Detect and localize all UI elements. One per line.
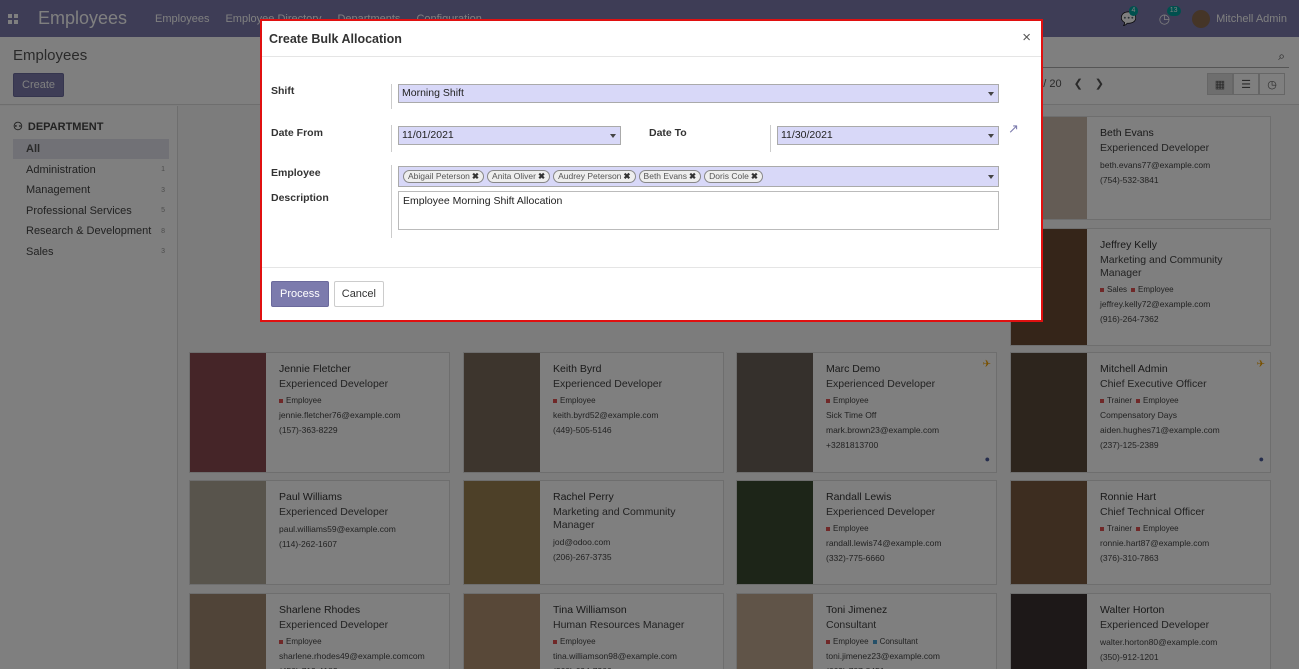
remove-tag-icon[interactable]: ✖ (689, 171, 696, 181)
modal-header: Create Bulk Allocation × (262, 21, 1041, 57)
process-button[interactable]: Process (271, 281, 329, 307)
remove-tag-icon[interactable]: ✖ (538, 171, 545, 181)
date-from-field[interactable]: 11/01/2021 (398, 126, 621, 145)
date-to-value: 11/30/2021 (781, 129, 833, 141)
chevron-down-icon[interactable] (988, 134, 994, 138)
employee-tag: Anita Oliver ✖ (487, 170, 551, 183)
divider (391, 165, 392, 238)
employee-label: Employee (271, 167, 321, 179)
employee-tag: Beth Evans ✖ (638, 170, 702, 183)
employee-tag-label: Doris Cole (709, 171, 749, 181)
date-from-label: Date From (271, 127, 323, 139)
modal-footer: Process Cancel (262, 268, 1041, 320)
date-to-label: Date To (649, 127, 687, 139)
date-to-field[interactable]: 11/30/2021 (777, 126, 999, 145)
chevron-down-icon[interactable] (988, 175, 994, 179)
modal-body: Shift Morning Shift ↗ Date From 11/01/20… (262, 57, 1041, 268)
external-link-icon[interactable]: ↗ (1008, 121, 1019, 137)
remove-tag-icon[interactable]: ✖ (751, 171, 758, 181)
employee-tag-label: Audrey Peterson (558, 171, 622, 181)
employee-tag-label: Beth Evans (643, 171, 688, 181)
description-textarea[interactable]: Employee Morning Shift Allocation (398, 191, 999, 230)
divider (391, 84, 392, 109)
remove-tag-icon[interactable]: ✖ (623, 171, 630, 181)
divider (770, 125, 771, 152)
chevron-down-icon[interactable] (988, 92, 994, 96)
close-icon[interactable]: × (1022, 29, 1031, 46)
chevron-down-icon[interactable] (610, 134, 616, 138)
cancel-button[interactable]: Cancel (333, 281, 384, 307)
employee-tag-label: Abigail Peterson (408, 171, 470, 181)
shift-label: Shift (271, 85, 295, 97)
divider (391, 125, 392, 152)
employee-tag: Doris Cole ✖ (704, 170, 763, 183)
description-label: Description (271, 192, 329, 204)
shift-select[interactable]: Morning Shift (398, 84, 999, 103)
remove-tag-icon[interactable]: ✖ (472, 171, 479, 181)
bulk-allocation-dialog: Create Bulk Allocation × Shift Morning S… (260, 19, 1043, 322)
employee-tag-label: Anita Oliver (492, 171, 536, 181)
shift-value: Morning Shift (402, 87, 464, 99)
employee-tag: Abigail Peterson ✖ (403, 170, 485, 183)
employee-tag: Audrey Peterson ✖ (553, 170, 636, 183)
description-value: Employee Morning Shift Allocation (403, 195, 563, 207)
employee-tags-field[interactable]: Abigail Peterson ✖ Anita Oliver ✖ Audrey P… (398, 166, 999, 187)
date-from-value: 11/01/2021 (402, 129, 454, 141)
modal-title: Create Bulk Allocation (269, 31, 402, 46)
